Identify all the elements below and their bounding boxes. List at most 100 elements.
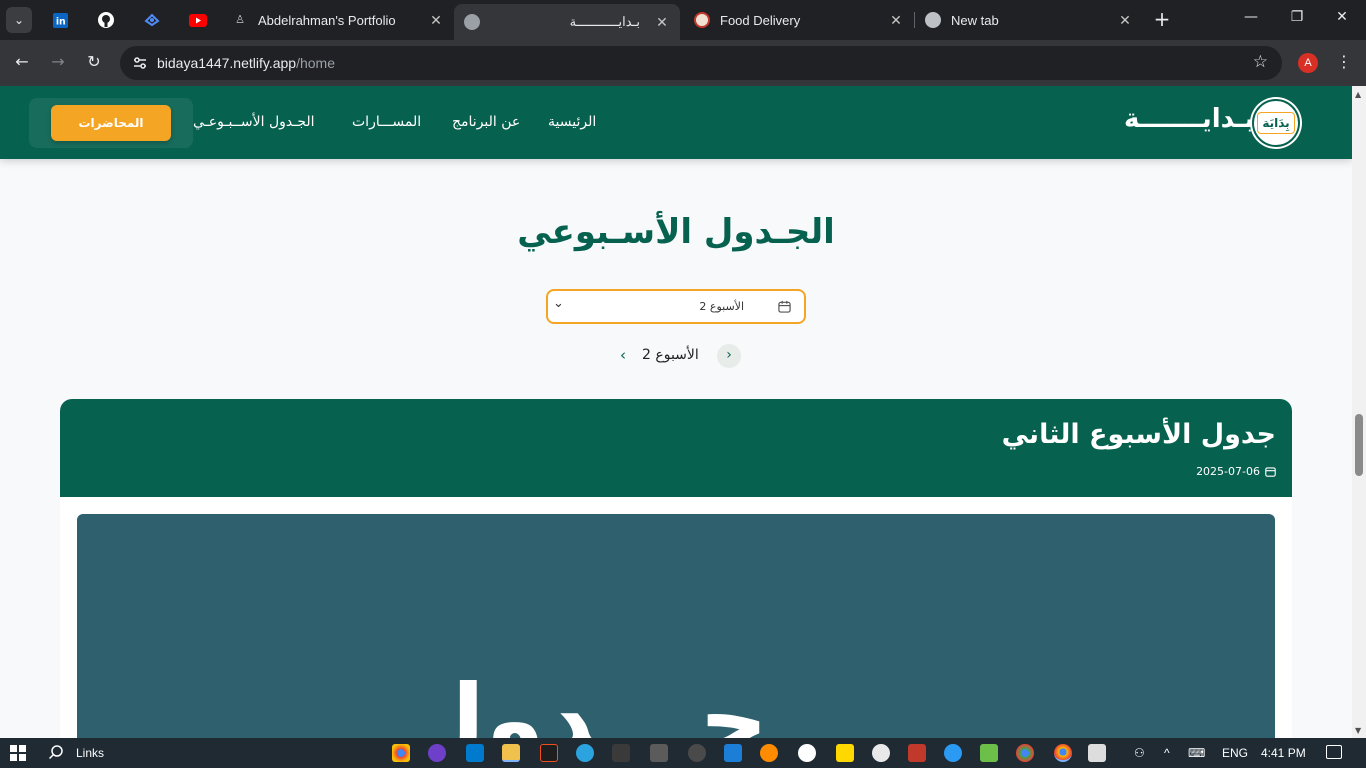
- url-text: bidaya1447.netlify.app/home: [157, 55, 335, 71]
- keyboard-icon[interactable]: ⌨: [1188, 746, 1205, 760]
- card-header: جدول الأسبوع الثاني 2025-07-06: [60, 399, 1292, 497]
- restore-icon[interactable]: ❐: [1287, 9, 1307, 25]
- input-language[interactable]: ENG: [1222, 746, 1248, 760]
- chevron-down-icon: ⌄: [553, 296, 564, 311]
- chrome-profile-icon[interactable]: [1016, 744, 1034, 762]
- url-host: bidaya1447.netlify.app: [157, 55, 297, 71]
- browser-toolbar: ← → ↻ bidaya1447.netlify.app/home ☆: [0, 40, 1366, 86]
- cloud-app-icon[interactable]: [872, 744, 890, 762]
- card-date-text: 2025-07-06: [1196, 465, 1260, 478]
- new-tab-button[interactable]: +: [1150, 8, 1174, 32]
- calendar-icon: [778, 300, 791, 313]
- chrome-icon: [925, 12, 941, 28]
- calculator-icon[interactable]: [650, 744, 668, 762]
- lectures-button[interactable]: المحاضرات: [51, 105, 171, 141]
- schedule-image[interactable]: جـــدول: [77, 514, 1275, 738]
- page-title: الجـدول الأسـبوعي: [517, 212, 835, 252]
- windows-start-icon[interactable]: [10, 745, 26, 761]
- github-icon[interactable]: [94, 8, 118, 32]
- people-icon[interactable]: ⚇: [1134, 746, 1145, 760]
- brand-name[interactable]: بـدايـــــــة: [1124, 104, 1254, 134]
- maps-app-icon[interactable]: [944, 744, 962, 762]
- reload-icon[interactable]: ↻: [83, 52, 105, 71]
- tab-title: New tab: [951, 12, 999, 28]
- close-icon[interactable]: ✕: [428, 12, 444, 29]
- github-desktop-icon[interactable]: [428, 744, 446, 762]
- brand-logo[interactable]: بِدَايَة: [1252, 99, 1300, 147]
- linkedin-icon[interactable]: in: [48, 8, 72, 32]
- browser-tab-strip: ⌄ in ♙ Abdelrahman's Portfolio ✕ بـدايــ…: [0, 0, 1366, 40]
- file-explorer-icon[interactable]: [502, 744, 520, 762]
- address-bar[interactable]: bidaya1447.netlify.app/home ☆: [120, 46, 1282, 80]
- nav-link-home[interactable]: الرئيسية: [548, 114, 596, 130]
- schedule-image-heading: جـــدول: [402, 664, 769, 738]
- photos-app-icon[interactable]: [1088, 744, 1106, 762]
- tab-title: بـدايـــــــــــة: [569, 14, 640, 29]
- telegram-icon[interactable]: [576, 744, 594, 762]
- url-path: /home: [296, 55, 335, 71]
- next-week-chevron-icon[interactable]: ›: [717, 344, 741, 368]
- todo-app-icon[interactable]: [724, 744, 742, 762]
- links-toolbar[interactable]: Links: [76, 746, 104, 760]
- sticky-notes-icon[interactable]: [836, 744, 854, 762]
- tab-food-delivery[interactable]: Food Delivery ✕: [694, 6, 904, 34]
- tab-title: Food Delivery: [720, 12, 801, 28]
- card-title: جدول الأسبوع الثاني: [1001, 419, 1276, 450]
- profile-avatar[interactable]: A: [1298, 53, 1318, 73]
- food-delivery-icon: [694, 12, 710, 28]
- forward-arrow-icon[interactable]: →: [47, 52, 69, 71]
- git-client-icon[interactable]: [908, 744, 926, 762]
- alarm-clock-icon[interactable]: [798, 744, 816, 762]
- site-settings-icon[interactable]: [132, 55, 148, 71]
- settings-app-icon[interactable]: [612, 744, 630, 762]
- card-date: 2025-07-06: [1196, 465, 1276, 478]
- week-select-value: الأسبوع 2: [699, 300, 744, 313]
- vscode-icon[interactable]: [466, 744, 484, 762]
- tab-title: Abdelrahman's Portfolio: [258, 12, 396, 28]
- tab-bidaya[interactable]: بـدايـــــــــــة ✕: [454, 4, 680, 40]
- web-page: المحاضرات الجـدول الأســبـوعـي المســـار…: [0, 86, 1352, 738]
- close-icon[interactable]: ✕: [888, 12, 904, 29]
- tab-portfolio[interactable]: ♙ Abdelrahman's Portfolio ✕: [232, 6, 444, 34]
- chrome-app-icon[interactable]: [392, 744, 410, 762]
- week-select[interactable]: ⌄ الأسبوع 2: [546, 289, 806, 324]
- linux-app-icon[interactable]: [688, 744, 706, 762]
- svg-text:in: in: [55, 16, 65, 27]
- bookmark-star-icon[interactable]: ☆: [1253, 52, 1268, 72]
- scroll-up-arrow-icon[interactable]: ▲: [1355, 90, 1361, 99]
- page-icon: ♙: [235, 14, 245, 26]
- windows-taskbar: Links ⚇ ^ ⌨ ENG 4:41 PM: [0, 738, 1366, 768]
- window-close-icon[interactable]: ✕: [1332, 9, 1352, 25]
- chrome-active-icon[interactable]: [1054, 744, 1072, 762]
- cta-container: المحاضرات: [29, 98, 193, 148]
- current-week-label: الأسبوع 2: [642, 347, 699, 363]
- close-icon[interactable]: ✕: [654, 14, 670, 31]
- previous-week-chevron-icon[interactable]: ‹: [615, 346, 631, 366]
- tab-new-tab[interactable]: New tab ✕: [925, 6, 1133, 34]
- nav-link-weekly-schedule[interactable]: الجـدول الأســبـوعـي: [193, 114, 315, 130]
- nav-link-about[interactable]: عن البرنامج: [452, 114, 520, 130]
- minimize-icon[interactable]: —: [1241, 9, 1261, 25]
- back-arrow-icon[interactable]: ←: [11, 52, 33, 71]
- scrollbar-thumb[interactable]: [1355, 414, 1363, 476]
- week-schedule-card: جدول الأسبوع الثاني 2025-07-06 جـــدول: [60, 399, 1292, 738]
- scroll-down-arrow-icon[interactable]: ▼: [1355, 726, 1361, 735]
- codepen-icon[interactable]: [140, 8, 164, 32]
- search-icon[interactable]: [48, 744, 64, 760]
- globe-icon: [464, 14, 480, 30]
- clock[interactable]: 4:41 PM: [1261, 746, 1306, 760]
- notification-center-icon[interactable]: [1326, 745, 1342, 759]
- site-header: المحاضرات الجـدول الأســبـوعـي المســـار…: [0, 86, 1352, 159]
- close-icon[interactable]: ✕: [1117, 12, 1133, 29]
- show-hidden-icons-chevron-icon[interactable]: ^: [1164, 746, 1170, 760]
- youtube-icon[interactable]: [186, 8, 210, 32]
- page-scrollbar[interactable]: ▲ ▼: [1352, 86, 1366, 738]
- postman-icon[interactable]: [760, 744, 778, 762]
- figma-icon[interactable]: [540, 744, 558, 762]
- week-navigator: ‹ الأسبوع 2 ›: [600, 344, 760, 368]
- notepad-plus-icon[interactable]: [980, 744, 998, 762]
- browser-menu-icon[interactable]: ⋮: [1336, 52, 1352, 71]
- tab-search-button[interactable]: ⌄: [6, 7, 32, 33]
- logo-text: بِدَايَة: [1257, 112, 1295, 134]
- nav-link-tracks[interactable]: المســـارات: [352, 114, 421, 130]
